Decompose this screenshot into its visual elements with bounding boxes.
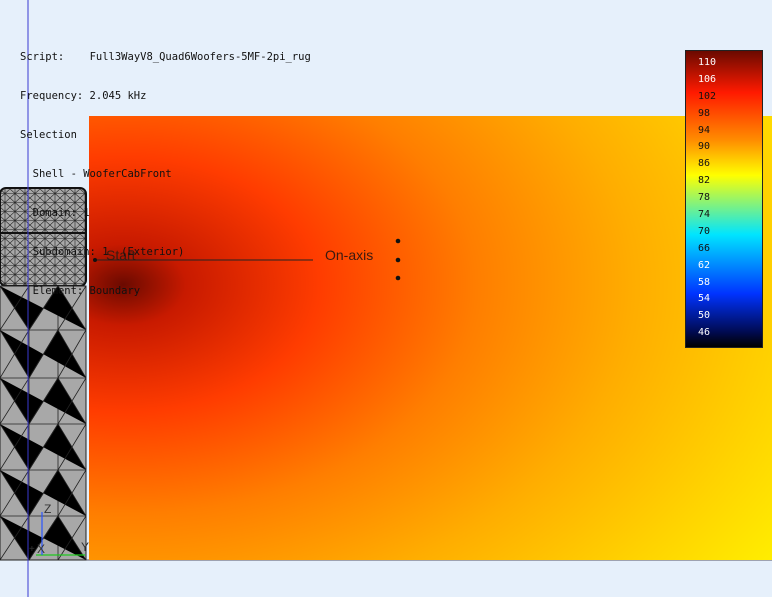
script-name: Full3WayV8_Quad6Woofers-5MF-2pi_rug bbox=[89, 51, 311, 63]
legend-value-46: 46 bbox=[698, 327, 711, 339]
legend-value-78: 78 bbox=[698, 192, 711, 204]
domain-line: Domain: 1 bbox=[32, 207, 90, 219]
legend-value-102: 102 bbox=[698, 90, 717, 102]
legend-value-98: 98 bbox=[698, 107, 711, 119]
legend-value-54: 54 bbox=[698, 293, 711, 305]
legend-value-106: 106 bbox=[698, 73, 717, 85]
color-scale-labels: 110 106 102 98 94 90 86 82 78 74 70 66 62 58 54 50 46 bbox=[698, 55, 716, 342]
legend-value-70: 70 bbox=[698, 225, 711, 237]
legend-value-94: 94 bbox=[698, 124, 711, 136]
script-line: Script: Full3WayV8_Quad6Woofers-5MF-2pi_… bbox=[20, 51, 311, 63]
y-axis-label: Y bbox=[81, 540, 90, 554]
on-axis-label: On-axis bbox=[325, 247, 374, 263]
frequency-line: Frequency: 2.045 kHz bbox=[20, 90, 147, 102]
legend-value-50: 50 bbox=[698, 310, 711, 322]
legend-value-66: 66 bbox=[698, 242, 711, 254]
legend-value-58: 58 bbox=[698, 276, 711, 288]
frequency-value: 2.045 kHz bbox=[89, 90, 147, 102]
z-axis-label: Z bbox=[44, 502, 52, 516]
legend-value-86: 86 bbox=[698, 158, 711, 170]
legend-value-110: 110 bbox=[698, 57, 717, 68]
color-scale-legend: 110 106 102 98 94 90 86 82 78 74 70 66 62 58 54 50 46 bbox=[685, 50, 763, 348]
element-line: Element: Boundary bbox=[32, 285, 141, 297]
subdomain-line: Subdomain: 1 (Exterior) bbox=[32, 246, 185, 258]
selection-info-panel: Script: Full3WayV8_Quad6Woofers-5MF-2pi_… bbox=[20, 25, 311, 311]
legend-value-74: 74 bbox=[698, 209, 711, 221]
legend-value-90: 90 bbox=[698, 141, 711, 153]
legend-value-62: 62 bbox=[698, 259, 711, 271]
legend-value-82: 82 bbox=[698, 175, 711, 187]
x-axis-label: X bbox=[37, 542, 46, 556]
shell-line: Shell - WooferCabFront bbox=[32, 168, 172, 180]
selection-heading: Selection bbox=[20, 129, 77, 141]
